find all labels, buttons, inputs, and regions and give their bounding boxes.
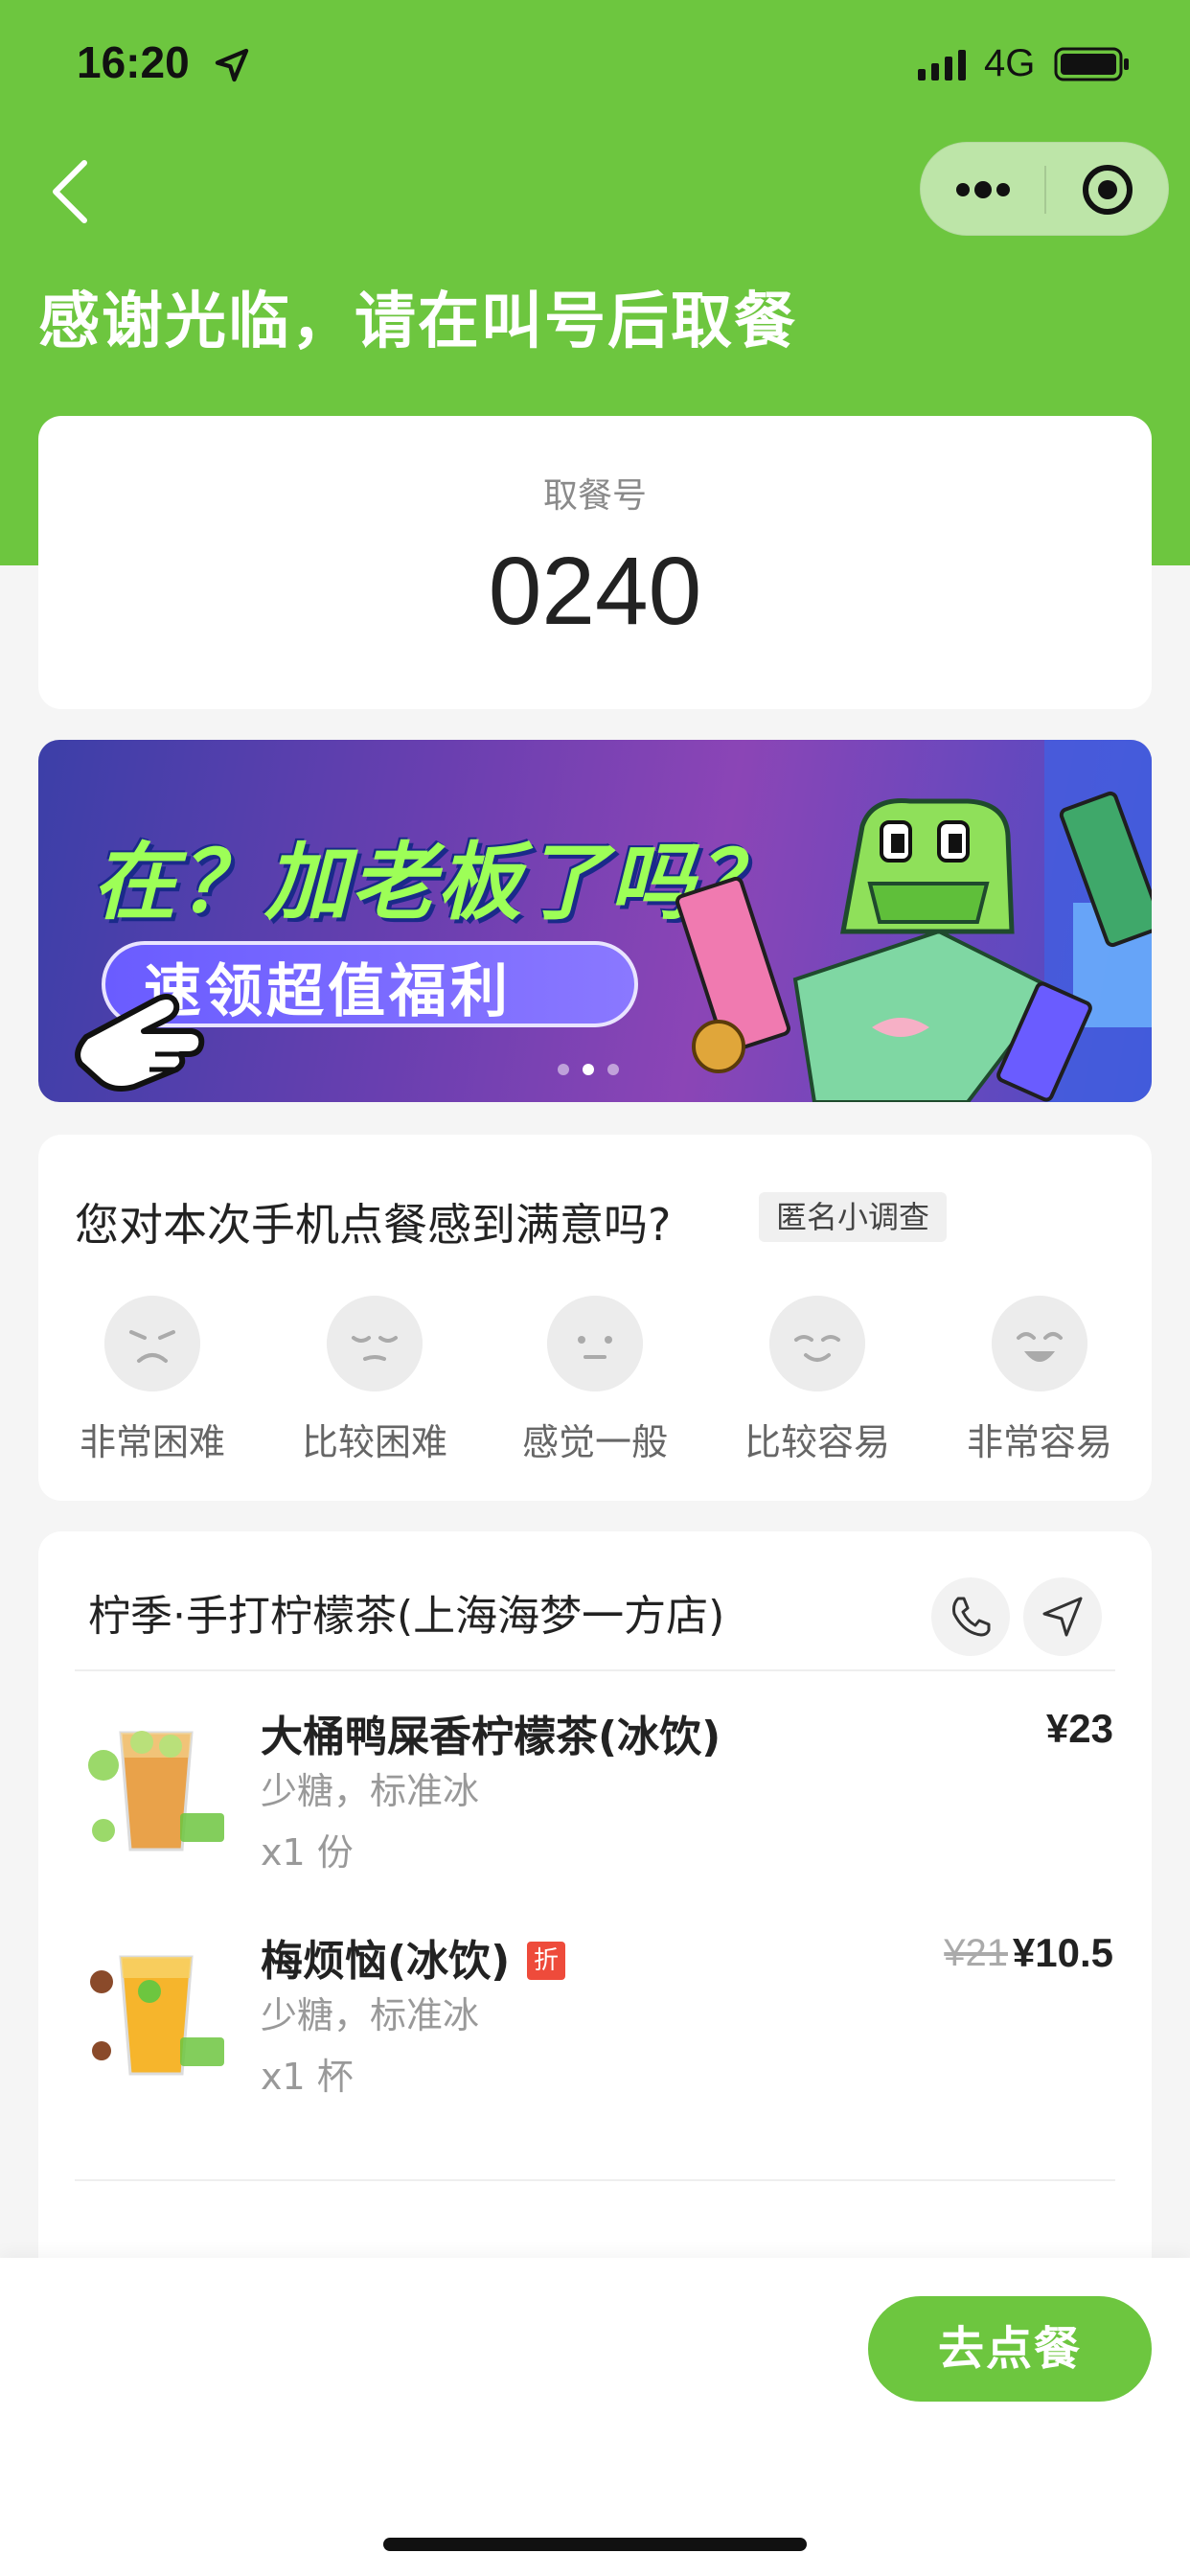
difficult-face-icon — [327, 1296, 423, 1392]
page-title: 感谢光临，请在叫号后取餐 — [38, 287, 797, 357]
item-price: ¥23 — [1045, 1706, 1113, 1751]
target-close-icon — [1083, 165, 1133, 215]
network-type: 4G — [984, 42, 1036, 84]
item-name: 梅烦恼(冰饮) — [261, 1937, 511, 1986]
status-bar: 16:20 4G — [0, 0, 1190, 134]
survey-option-label: 比较困难 — [301, 1421, 447, 1463]
go-order-button[interactable]: 去点餐 — [868, 2296, 1152, 2402]
very-easy-face-icon — [992, 1296, 1087, 1392]
easy-face-icon — [769, 1296, 865, 1392]
order-item: 大桶鸭屎香柠檬茶(冰饮) 少糖，标准冰 x1 份 ¥23 — [38, 1685, 1152, 1876]
survey-option-easy[interactable]: 比较容易 — [721, 1296, 913, 1468]
divider — [75, 2179, 1115, 2181]
order-item: 梅烦恼(冰饮) 折 少糖，标准冰 x1 杯 ¥21 ¥10.5 — [38, 1909, 1152, 2101]
discount-badge: 折 — [527, 1942, 565, 1980]
call-store-button[interactable] — [931, 1577, 1010, 1656]
item-quantity: x1 份 — [261, 1831, 354, 1874]
survey-option-very-difficult[interactable]: 非常困难 — [57, 1296, 248, 1468]
phone-icon — [952, 1597, 991, 1637]
item-price: ¥10.5 — [1012, 1930, 1113, 1975]
survey-option-label: 比较容易 — [744, 1421, 890, 1463]
neutral-face-icon — [547, 1296, 643, 1392]
item-quantity: x1 杯 — [261, 2056, 354, 2098]
status-time: 16:20 — [77, 37, 190, 87]
pickup-label: 取餐号 — [542, 476, 647, 516]
pickup-number: 0240 — [488, 538, 702, 645]
pagination-dot — [607, 1064, 619, 1075]
item-spec: 少糖，标准冰 — [261, 1994, 480, 2036]
close-mini-program-button[interactable] — [1046, 143, 1170, 237]
pagination-dot-active — [583, 1064, 594, 1075]
battery-icon — [1054, 47, 1129, 81]
very-difficult-face-icon — [104, 1296, 200, 1392]
survey-option-label: 感觉一般 — [521, 1421, 668, 1463]
signal-icon — [918, 50, 966, 80]
more-button[interactable] — [921, 143, 1045, 237]
bottom-action-bar: 去点餐 — [0, 2258, 1190, 2576]
pickup-card: 取餐号 0240 — [38, 416, 1152, 709]
survey-question: 您对本次手机点餐感到满意吗? — [75, 1199, 672, 1251]
survey-option-neutral[interactable]: 感觉一般 — [499, 1296, 691, 1468]
location-arrow-icon — [215, 48, 249, 82]
survey-card: 您对本次手机点餐感到满意吗? 匿名小调查 非常困难 比较困难 感觉一般 比较容易… — [38, 1135, 1152, 1501]
item-original-price: ¥21 — [944, 1932, 1008, 1974]
survey-option-label: 非常困难 — [79, 1421, 225, 1463]
mascot-illustration — [675, 740, 1152, 1102]
chevron-left-icon — [53, 160, 87, 223]
item-spec: 少糖，标准冰 — [261, 1770, 480, 1812]
pagination-dot — [558, 1064, 569, 1075]
pointing-hand-icon — [75, 994, 205, 1092]
more-dots-icon — [956, 181, 1010, 198]
mini-program-capsule — [920, 142, 1169, 236]
drink-thumbnail — [75, 1708, 228, 1861]
navigation-arrow-icon — [1042, 1597, 1083, 1637]
divider — [75, 1669, 1115, 1671]
store-name: 柠季·手打柠檬茶(上海海梦一方店) — [88, 1592, 725, 1641]
survey-option-difficult[interactable]: 比较困难 — [279, 1296, 470, 1468]
navigate-store-button[interactable] — [1023, 1577, 1102, 1656]
back-button[interactable] — [38, 153, 105, 230]
item-name: 大桶鸭屎香柠檬茶(冰饮) — [261, 1713, 721, 1761]
survey-anonymous-tag: 匿名小调查 — [759, 1192, 948, 1242]
home-indicator — [383, 2538, 807, 2551]
survey-option-label: 非常容易 — [966, 1421, 1112, 1463]
drink-thumbnail — [75, 1932, 228, 2085]
promo-banner[interactable]: 在？加老板了吗？ 速领超值福利 — [38, 740, 1152, 1102]
survey-option-very-easy[interactable]: 非常容易 — [944, 1296, 1135, 1468]
banner-pagination — [558, 1064, 634, 1077]
